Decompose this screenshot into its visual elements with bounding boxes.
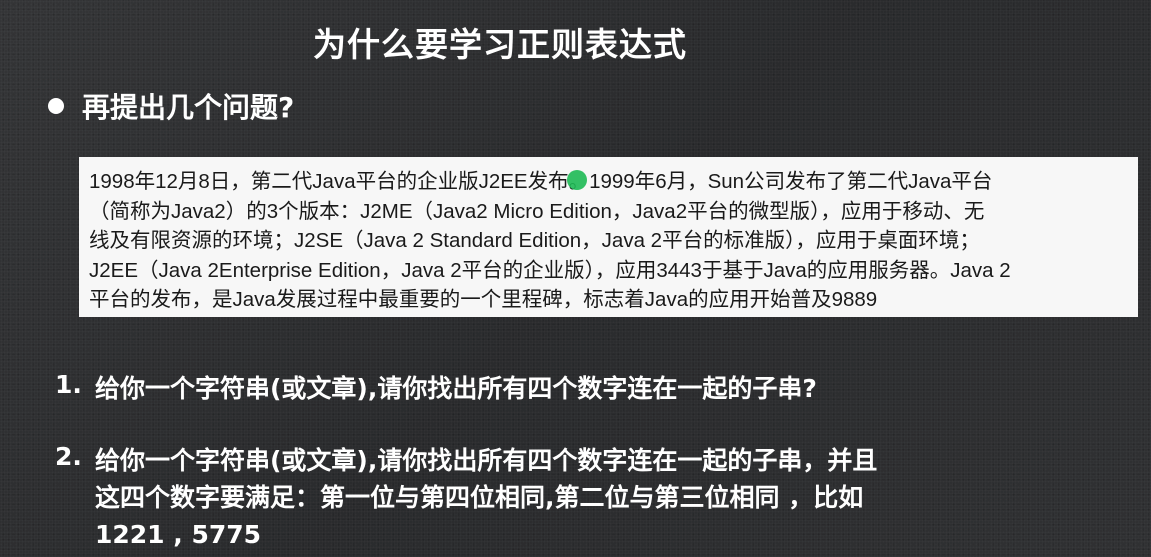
pointer-cursor-icon — [567, 170, 587, 190]
bullet-item: 再提出几个问题? — [48, 84, 294, 128]
sample-text-box: 1998年12月8日，第二代Java平台的企业版J2EE发布。1999年6月，S… — [79, 157, 1138, 317]
question-number: 2. — [55, 442, 82, 471]
sample-text-line: 1998年12月8日，第二代Java平台的企业版J2EE发布。1999年6月，S… — [89, 170, 993, 193]
sample-text-line: （简称为Java2）的3个版本：J2ME（Java2 Micro Edition… — [89, 199, 985, 223]
bullet-dot-icon — [48, 98, 64, 114]
sample-text-line: 平台的发布，是Java发展过程中最重要的一个里程碑，标志着Java的应用开始普及… — [89, 288, 878, 312]
question-text: 这四个数字要满足：第一位与第四位相同,第二位与第三位相同 ，比如 — [95, 483, 864, 512]
question-text: 1221 , 5775 — [95, 520, 262, 549]
slide-title: 为什么要学习正则表达式 — [313, 25, 687, 64]
question-2: 2. 给你一个字符串(或文章),请你找出所有四个数字连在一起的子串，并且 这四个… — [55, 442, 877, 553]
sample-text-line: J2EE（Java 2Enterprise Edition，Java 2平台的企… — [89, 258, 1011, 282]
question-number: 1. — [55, 370, 82, 399]
question-1: 1. 给你一个字符串(或文章),请你找出所有四个数字连在一起的子串? — [55, 370, 817, 407]
question-text: 给你一个字符串(或文章),请你找出所有四个数字连在一起的子串，并且 — [95, 446, 878, 475]
bullet-text: 再提出几个问题? — [82, 91, 295, 124]
question-text: 给你一个字符串(或文章),请你找出所有四个数字连在一起的子串? — [95, 374, 817, 403]
sample-text-line: 线及有限资源的环境；J2SE（Java 2 Standard Edition，J… — [89, 229, 980, 253]
